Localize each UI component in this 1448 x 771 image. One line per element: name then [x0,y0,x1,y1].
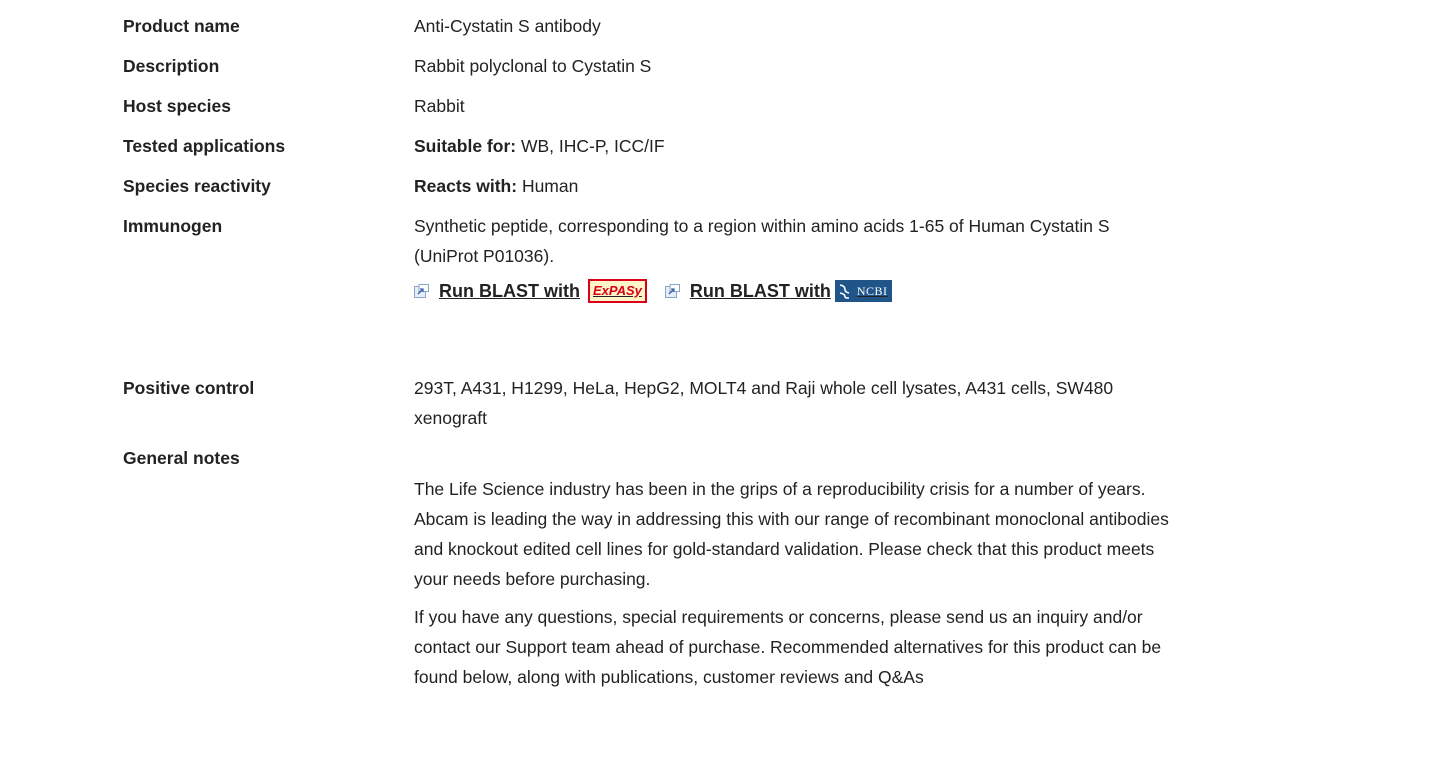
host-species-value: Rabbit [414,96,465,116]
immunogen-line-2: (UniProt P01036). [414,246,555,266]
product-datasheet: Product name Anti-Cystatin S antibody De… [0,0,1448,771]
notes-para2-line-1: If you have any questions, special requi… [414,607,1143,627]
species-reactivity-value: Reacts with: Human [414,171,1444,201]
run-blast-expasy-link[interactable]: Run BLAST with ExPASy [414,276,647,306]
immunogen-line-1: Synthetic peptide, corresponding to a re… [414,216,1110,236]
general-notes-value: The Life Science industry has been in th… [414,474,1444,692]
positive-control-line-1: 293T, A431, H1299, HeLa, HepG2, MOLT4 an… [414,378,1114,398]
description-label: Description [123,56,220,76]
notes-para1-line-2: Abcam is leading the way in addressing t… [414,509,1169,529]
expasy-logo: ExPASy [587,279,647,303]
ncbi-helix-icon [839,284,850,299]
notes-para1-line-3: and knockout edited cell lines for gold-… [414,539,1155,559]
reacts-with-prefix: Reacts with: [414,176,518,196]
immunogen-label: Immunogen [123,216,223,236]
notes-para1-line-4: your needs before purchasing. [414,569,651,589]
description-value: Rabbit polyclonal to Cystatin S [414,56,652,76]
tested-applications-value: Suitable for: WB, IHC-P, ICC/IF [414,131,1444,161]
ncbi-logo-text: NCBI [856,284,888,298]
external-link-icon [414,284,429,298]
external-link-icon [664,284,680,298]
immunogen-value: Synthetic peptide, corresponding to a re… [414,211,1444,305]
notes-para2-line-2: contact our Support team ahead of purcha… [414,637,1162,657]
product-name-label: Product name [123,16,240,36]
blast-links: Run BLAST with ExPASy Run BLAST with NCB… [414,277,1444,305]
product-name-value: Anti-Cystatin S antibody [414,16,601,36]
ncbi-logo: NCBI [834,280,892,302]
notes-para2-line-3: found below, along with publications, cu… [414,667,924,687]
tested-applications-label: Tested applications [123,136,286,156]
host-species-label: Host species [123,96,231,116]
positive-control-value: 293T, A431, H1299, HeLa, HepG2, MOLT4 an… [414,373,1444,433]
run-blast-ncbi-link[interactable]: Run BLAST with NCBI [664,276,892,306]
general-notes-label: General notes [123,448,240,468]
run-blast-ncbi-label: Run BLAST with [689,281,831,301]
positive-control-line-2: xenograft [414,408,487,428]
notes-para1-line-1: The Life Science industry has been in th… [414,479,1146,499]
run-blast-expasy-label: Run BLAST with [439,281,580,301]
positive-control-label: Positive control [123,378,255,398]
species-reactivity-label: Species reactivity [123,176,271,196]
applications-list: WB, IHC-P, ICC/IF [516,136,665,156]
suitable-for-prefix: Suitable for: [414,136,517,156]
reactivity-list: Human [517,176,579,196]
